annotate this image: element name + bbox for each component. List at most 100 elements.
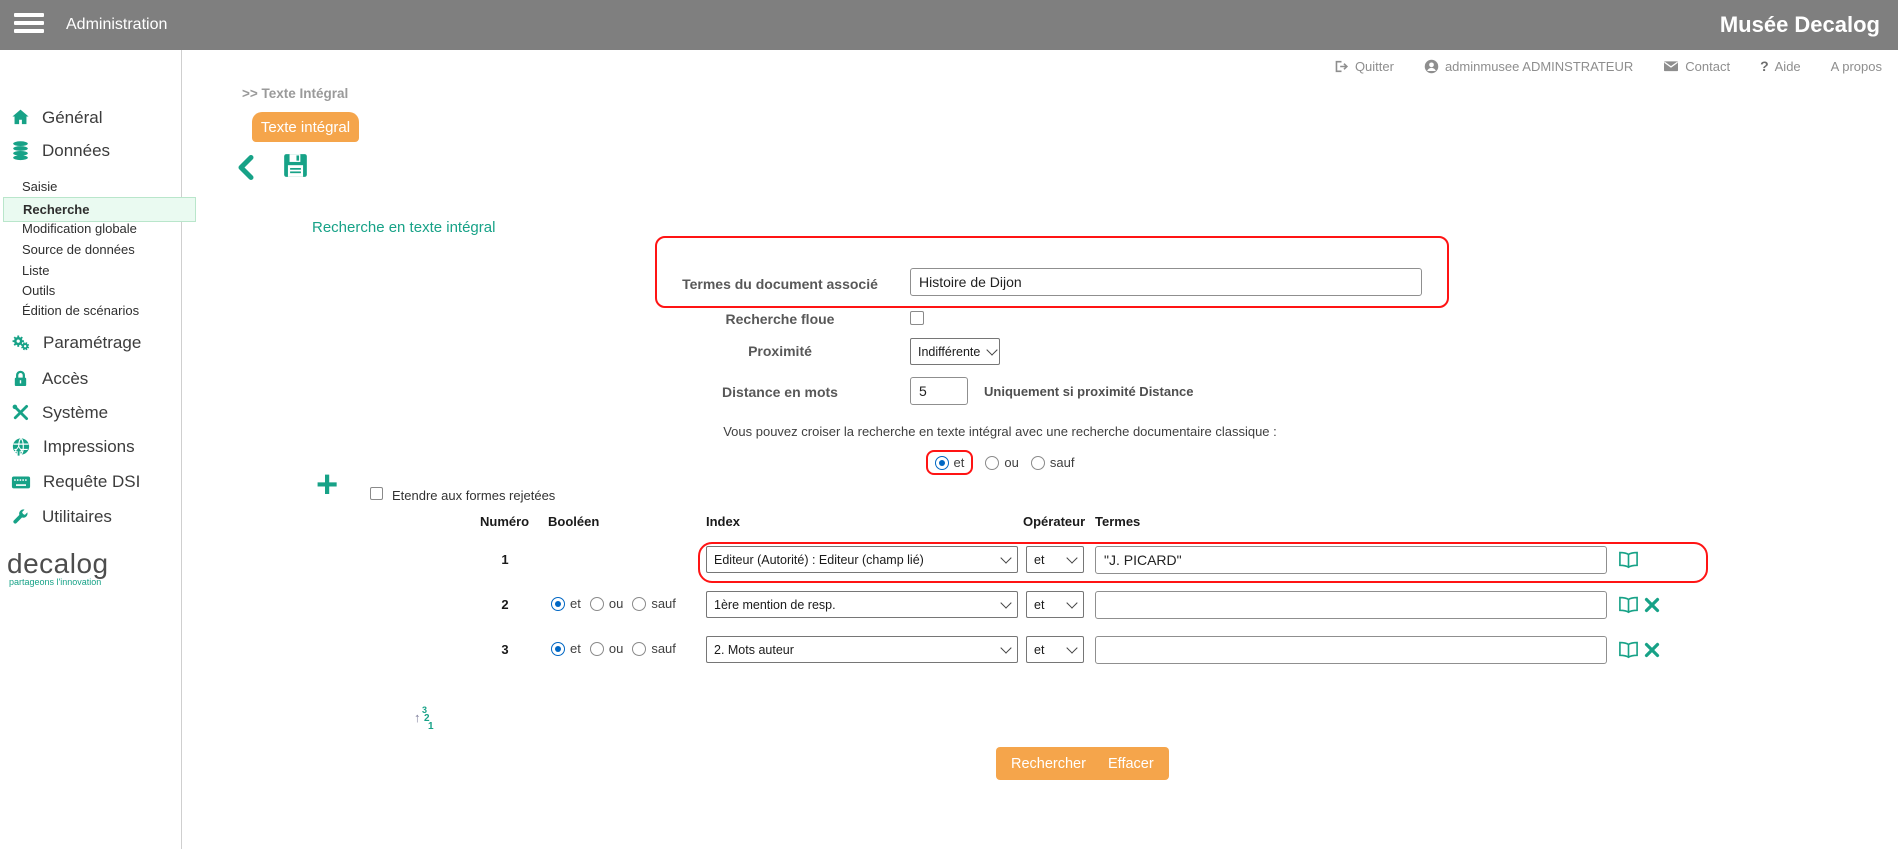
tab-texte-integral[interactable]: Texte intégral (252, 112, 359, 142)
radio-sauf-label: sauf (651, 596, 676, 611)
user-menu[interactable]: adminmusee ADMINSTRATEUR (1424, 59, 1633, 74)
user-icon (1424, 59, 1439, 74)
radio-sauf[interactable] (1031, 456, 1045, 470)
sidebar-item-requete-dsi[interactable]: Requête DSI (10, 472, 140, 492)
radio-et[interactable] (551, 597, 565, 611)
globe-icon (10, 436, 32, 458)
radio-ou[interactable] (590, 642, 604, 656)
distance-input[interactable] (910, 377, 968, 405)
radio-sauf-label: sauf (1050, 455, 1075, 470)
proximite-select[interactable]: Indifférente (910, 338, 1000, 365)
index-select-3-value: 2. Mots auteur (714, 643, 794, 657)
col-header-operateur: Opérateur (1023, 514, 1085, 529)
sidebar-item-impressions[interactable]: Impressions (10, 436, 135, 458)
chevron-down-icon (1000, 552, 1011, 563)
sidebar-item-label: Accès (42, 369, 88, 389)
radio-ou-label: ou (609, 641, 623, 656)
etendre-checkbox[interactable] (370, 487, 383, 500)
delete-row-button-3[interactable] (1644, 642, 1660, 663)
menu-icon[interactable] (14, 13, 44, 37)
sidebar-item-systeme[interactable]: Système (10, 402, 108, 423)
sidebar-subitem-liste[interactable]: Liste (22, 263, 49, 278)
page-title: Recherche en texte intégral (312, 219, 495, 236)
sidebar-item-donnees[interactable]: Données (10, 140, 110, 161)
sidebar-item-label: Impressions (43, 437, 135, 457)
quit-link[interactable]: Quitter (1334, 59, 1394, 74)
sidebar-subitem-recherche[interactable]: Recherche (3, 197, 196, 222)
index-select-1[interactable]: Editeur (Autorité) : Editeur (champ lié) (706, 546, 1018, 573)
radio-sauf-label: sauf (651, 641, 676, 656)
operator-select-3-value: et (1034, 643, 1044, 657)
boolean-group-3: et ou sauf (551, 641, 676, 656)
termes-doc-input[interactable] (910, 268, 1422, 296)
row-number: 2 (480, 597, 530, 612)
croiser-radio-group: et ou sauf (400, 450, 1600, 475)
sidebar-item-label: Données (42, 141, 110, 161)
termes-input-2[interactable] (1095, 591, 1607, 619)
radio-sauf[interactable] (632, 642, 646, 656)
termes-input-1[interactable] (1095, 546, 1607, 574)
sidebar-subitem-source-de-donnees[interactable]: Source de données (22, 242, 135, 257)
sidebar-item-parametrage[interactable]: Paramétrage (10, 332, 141, 354)
operator-select-2-value: et (1034, 598, 1044, 612)
operator-select-3[interactable]: et (1026, 636, 1084, 663)
croiser-sentence: Vous pouvez croiser la recherche en text… (400, 424, 1600, 439)
sidebar-subitem-outils[interactable]: Outils (22, 283, 55, 298)
chevron-left-icon (236, 154, 256, 181)
operator-select-1-value: et (1034, 553, 1044, 567)
back-button[interactable] (236, 154, 256, 186)
radio-et[interactable] (935, 456, 949, 470)
index-browse-button-3[interactable] (1618, 641, 1639, 664)
logo-wordmark: decalog (7, 548, 109, 580)
database-icon (10, 140, 31, 161)
index-select-2[interactable]: 1ère mention de resp. (706, 591, 1018, 618)
about-link[interactable]: A propos (1831, 59, 1882, 74)
chevron-down-icon (1066, 552, 1077, 563)
help-link[interactable]: ? Aide (1760, 58, 1801, 74)
user-label: adminmusee ADMINSTRATEUR (1445, 59, 1633, 74)
radio-sauf[interactable] (632, 597, 646, 611)
add-criterion-button[interactable]: + (316, 466, 338, 504)
index-browse-button-1[interactable] (1618, 551, 1639, 574)
operator-select-1[interactable]: et (1026, 546, 1084, 573)
effacer-button[interactable]: Effacer (1093, 747, 1169, 780)
etendre-label: Etendre aux formes rejetées (392, 488, 555, 503)
sidebar-item-label: Système (42, 403, 108, 423)
recherche-floue-checkbox[interactable] (910, 311, 924, 325)
chevron-down-icon (1066, 597, 1077, 608)
chevron-down-icon (1000, 642, 1011, 653)
termes-input-3[interactable] (1095, 636, 1607, 664)
sidebar-item-acces[interactable]: Accès (10, 368, 88, 390)
index-browse-button-2[interactable] (1618, 596, 1639, 619)
tools-icon (10, 402, 31, 423)
logout-icon (1334, 59, 1349, 74)
radio-ou[interactable] (985, 456, 999, 470)
about-label: A propos (1831, 59, 1882, 74)
delete-row-button-2[interactable] (1644, 597, 1660, 618)
sidebar-subitem-saisie[interactable]: Saisie (22, 179, 57, 194)
radio-ou[interactable] (590, 597, 604, 611)
radio-et[interactable] (551, 642, 565, 656)
sidebar-subitem-modification-globale[interactable]: Modification globale (22, 221, 137, 236)
contact-link[interactable]: Contact (1663, 59, 1730, 74)
sidebar-item-label: Requête DSI (43, 472, 140, 492)
help-label: Aide (1775, 59, 1801, 74)
sidebar: Général Données Saisie Recherche Modific… (0, 50, 182, 849)
save-button[interactable] (282, 152, 309, 184)
sidebar-subitem-edition-de-scenarios[interactable]: Édition de scénarios (22, 303, 139, 318)
mail-icon (1663, 59, 1679, 73)
rechercher-button[interactable]: Rechercher (996, 747, 1101, 780)
index-select-3[interactable]: 2. Mots auteur (706, 636, 1018, 663)
col-header-index: Index (706, 514, 740, 529)
sidebar-item-general[interactable]: Général (10, 107, 102, 128)
brand-title: Musée Decalog (1720, 0, 1880, 50)
boolean-group-2: et ou sauf (551, 596, 676, 611)
administration-screen: Administration Musée Decalog Général Don… (0, 0, 1898, 849)
breadcrumb: >> Texte Intégral (242, 86, 348, 101)
operator-select-2[interactable]: et (1026, 591, 1084, 618)
decalog-logo: decalog partageons l'innovation (7, 548, 109, 587)
radio-et-label: et (570, 596, 581, 611)
sidebar-item-utilitaires[interactable]: Utilitaires (10, 506, 112, 527)
distance-label: Distance en mots (655, 384, 905, 400)
sort-numeric-icon[interactable]: ↑321 (414, 706, 440, 732)
